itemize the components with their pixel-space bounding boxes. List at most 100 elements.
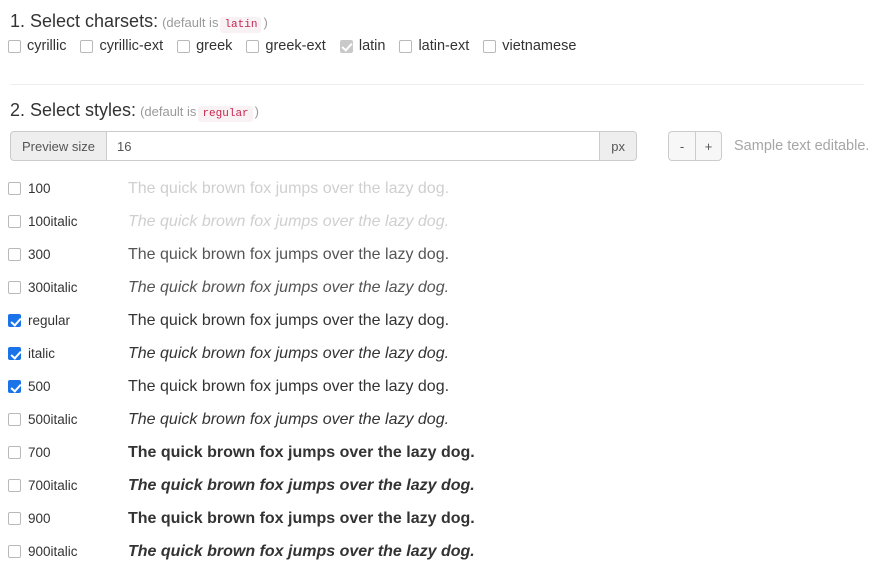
style-checkbox-700italic[interactable]: [8, 479, 21, 492]
charset-checkbox-cyrillic-ext[interactable]: [80, 39, 94, 53]
style-option-300[interactable]: 300: [8, 247, 51, 262]
charset-checkbox-latin-ext[interactable]: [399, 39, 413, 53]
style-label-300italic: 300italic: [28, 280, 78, 295]
charset-option-greek-ext[interactable]: greek-ext: [246, 38, 326, 54]
sample-text-700[interactable]: The quick brown fox jumps over the lazy …: [128, 443, 475, 462]
preview-size-stepper: - +: [668, 131, 722, 161]
style-checkbox-regular[interactable]: [8, 314, 21, 327]
charset-option-cyrillic-ext[interactable]: cyrillic-ext: [80, 38, 163, 54]
style-row: regular The quick brown fox jumps over th…: [0, 304, 874, 337]
preview-size-label: Preview size: [10, 131, 106, 161]
style-label-100italic: 100italic: [28, 214, 78, 229]
sample-text-italic[interactable]: The quick brown fox jumps over the lazy …: [128, 344, 449, 363]
style-rows-list: 100 The quick brown fox jumps over the la…: [0, 172, 874, 568]
charsets-heading: 1. Select charsets: (default is latin): [10, 11, 268, 33]
sample-text-300italic[interactable]: The quick brown fox jumps over the lazy …: [128, 278, 449, 297]
increase-size-button[interactable]: +: [695, 131, 722, 161]
style-option-900italic[interactable]: 900italic: [8, 544, 78, 559]
style-checkbox-900[interactable]: [8, 512, 21, 525]
style-checkbox-300italic[interactable]: [8, 281, 21, 294]
font-selector-page: 1. Select charsets: (default is latin) cyr…: [0, 0, 874, 575]
sample-text-regular[interactable]: The quick brown fox jumps over the lazy …: [128, 311, 449, 330]
style-row: 500 The quick brown fox jumps over the la…: [0, 370, 874, 403]
style-row: 700 The quick brown fox jumps over the la…: [0, 436, 874, 469]
preview-size-input-group: Preview size px: [10, 131, 637, 161]
charset-label-latin: latin: [358, 38, 386, 54]
style-label-900: 900: [28, 511, 51, 526]
style-checkbox-300[interactable]: [8, 248, 21, 261]
style-checkbox-100[interactable]: [8, 182, 21, 195]
sample-text-100[interactable]: The quick brown fox jumps over the lazy …: [128, 179, 449, 198]
style-checkbox-700[interactable]: [8, 446, 21, 459]
sample-text-500italic[interactable]: The quick brown fox jumps over the lazy …: [128, 410, 449, 429]
style-label-300: 300: [28, 247, 51, 262]
style-row: 300 The quick brown fox jumps over the la…: [0, 238, 874, 271]
style-row: 500italic The quick brown fox jumps over …: [0, 403, 874, 436]
charset-option-latin-ext[interactable]: latin-ext: [399, 38, 469, 54]
sample-text-hint: Sample text editable.: [734, 138, 870, 154]
style-checkbox-italic[interactable]: [8, 347, 21, 360]
charset-checkbox-cyrillic[interactable]: [8, 39, 21, 53]
style-row: 900italic The quick brown fox jumps over …: [0, 535, 874, 568]
charset-checkbox-greek-ext[interactable]: [246, 39, 260, 53]
sample-text-700italic[interactable]: The quick brown fox jumps over the lazy …: [128, 476, 475, 495]
style-option-500[interactable]: 500: [8, 379, 51, 394]
decrease-size-button[interactable]: -: [668, 131, 695, 161]
sample-text-500[interactable]: The quick brown fox jumps over the lazy …: [128, 377, 449, 396]
charset-checkbox-latin: [339, 39, 353, 53]
charset-option-latin: latin: [339, 38, 386, 54]
style-row: 100 The quick brown fox jumps over the la…: [0, 172, 874, 205]
style-row: 100italic The quick brown fox jumps over …: [0, 205, 874, 238]
style-option-regular[interactable]: regular: [8, 313, 70, 328]
styles-default-suffix: ): [254, 104, 259, 119]
charsets-heading-title: 1. Select charsets:: [10, 11, 159, 31]
sample-text-100italic[interactable]: The quick brown fox jumps over the lazy …: [128, 212, 449, 231]
style-label-100: 100: [28, 181, 51, 196]
style-checkbox-500[interactable]: [8, 380, 21, 393]
charsets-default-note: (default is latin): [162, 15, 268, 33]
charset-option-greek[interactable]: greek: [177, 38, 232, 54]
preview-size-input[interactable]: [105, 131, 601, 161]
charset-checkbox-vietnamese[interactable]: [483, 39, 497, 53]
charsets-default-code: latin: [220, 17, 262, 33]
style-option-700[interactable]: 700: [8, 445, 51, 460]
style-label-italic: italic: [28, 346, 56, 361]
sample-text-900[interactable]: The quick brown fox jumps over the lazy …: [128, 509, 475, 528]
style-option-100italic[interactable]: 100italic: [8, 214, 78, 229]
charset-label-cyrillic-ext: cyrillic-ext: [99, 38, 164, 54]
styles-heading: 2. Select styles: (default is regular): [10, 100, 259, 122]
charset-label-cyrillic: cyrillic: [27, 38, 67, 54]
charset-label-greek-ext: greek-ext: [265, 38, 326, 54]
styles-default-note: (default is regular): [140, 104, 259, 122]
style-checkbox-100italic[interactable]: [8, 215, 21, 228]
charsets-default-prefix: (default is: [162, 15, 219, 30]
style-option-300italic[interactable]: 300italic: [8, 280, 78, 295]
charset-checkbox-greek[interactable]: [177, 39, 191, 53]
styles-default-code: regular: [198, 106, 253, 122]
style-option-900[interactable]: 900: [8, 511, 51, 526]
charset-option-cyrillic[interactable]: cyrillic: [8, 38, 66, 54]
styles-default-prefix: (default is: [140, 104, 197, 119]
style-row: 900 The quick brown fox jumps over the la…: [0, 502, 874, 535]
style-option-500italic[interactable]: 500italic: [8, 412, 78, 427]
style-row: italic The quick brown fox jumps over the…: [0, 337, 874, 370]
style-row: 300italic The quick brown fox jumps over …: [0, 271, 874, 304]
style-label-700: 700: [28, 445, 51, 460]
preview-size-unit: px: [600, 131, 637, 161]
preview-size-bar: Preview size px - + Sample text editable…: [10, 131, 869, 161]
charset-option-vietnamese[interactable]: vietnamese: [483, 38, 576, 54]
charset-label-vietnamese: vietnamese: [502, 38, 577, 54]
style-checkbox-900italic[interactable]: [8, 545, 21, 558]
style-option-100[interactable]: 100: [8, 181, 51, 196]
style-option-italic[interactable]: italic: [8, 346, 55, 361]
style-label-500: 500: [28, 379, 51, 394]
style-label-700italic: 700italic: [28, 478, 78, 493]
sample-text-900italic[interactable]: The quick brown fox jumps over the lazy …: [128, 542, 475, 561]
style-option-700italic[interactable]: 700italic: [8, 478, 78, 493]
charset-label-greek: greek: [196, 38, 233, 54]
styles-heading-title: 2. Select styles:: [10, 100, 137, 120]
style-checkbox-500italic[interactable]: [8, 413, 21, 426]
style-label-regular: regular: [28, 313, 71, 328]
charsets-default-suffix: ): [263, 15, 268, 30]
sample-text-300[interactable]: The quick brown fox jumps over the lazy …: [128, 245, 449, 264]
